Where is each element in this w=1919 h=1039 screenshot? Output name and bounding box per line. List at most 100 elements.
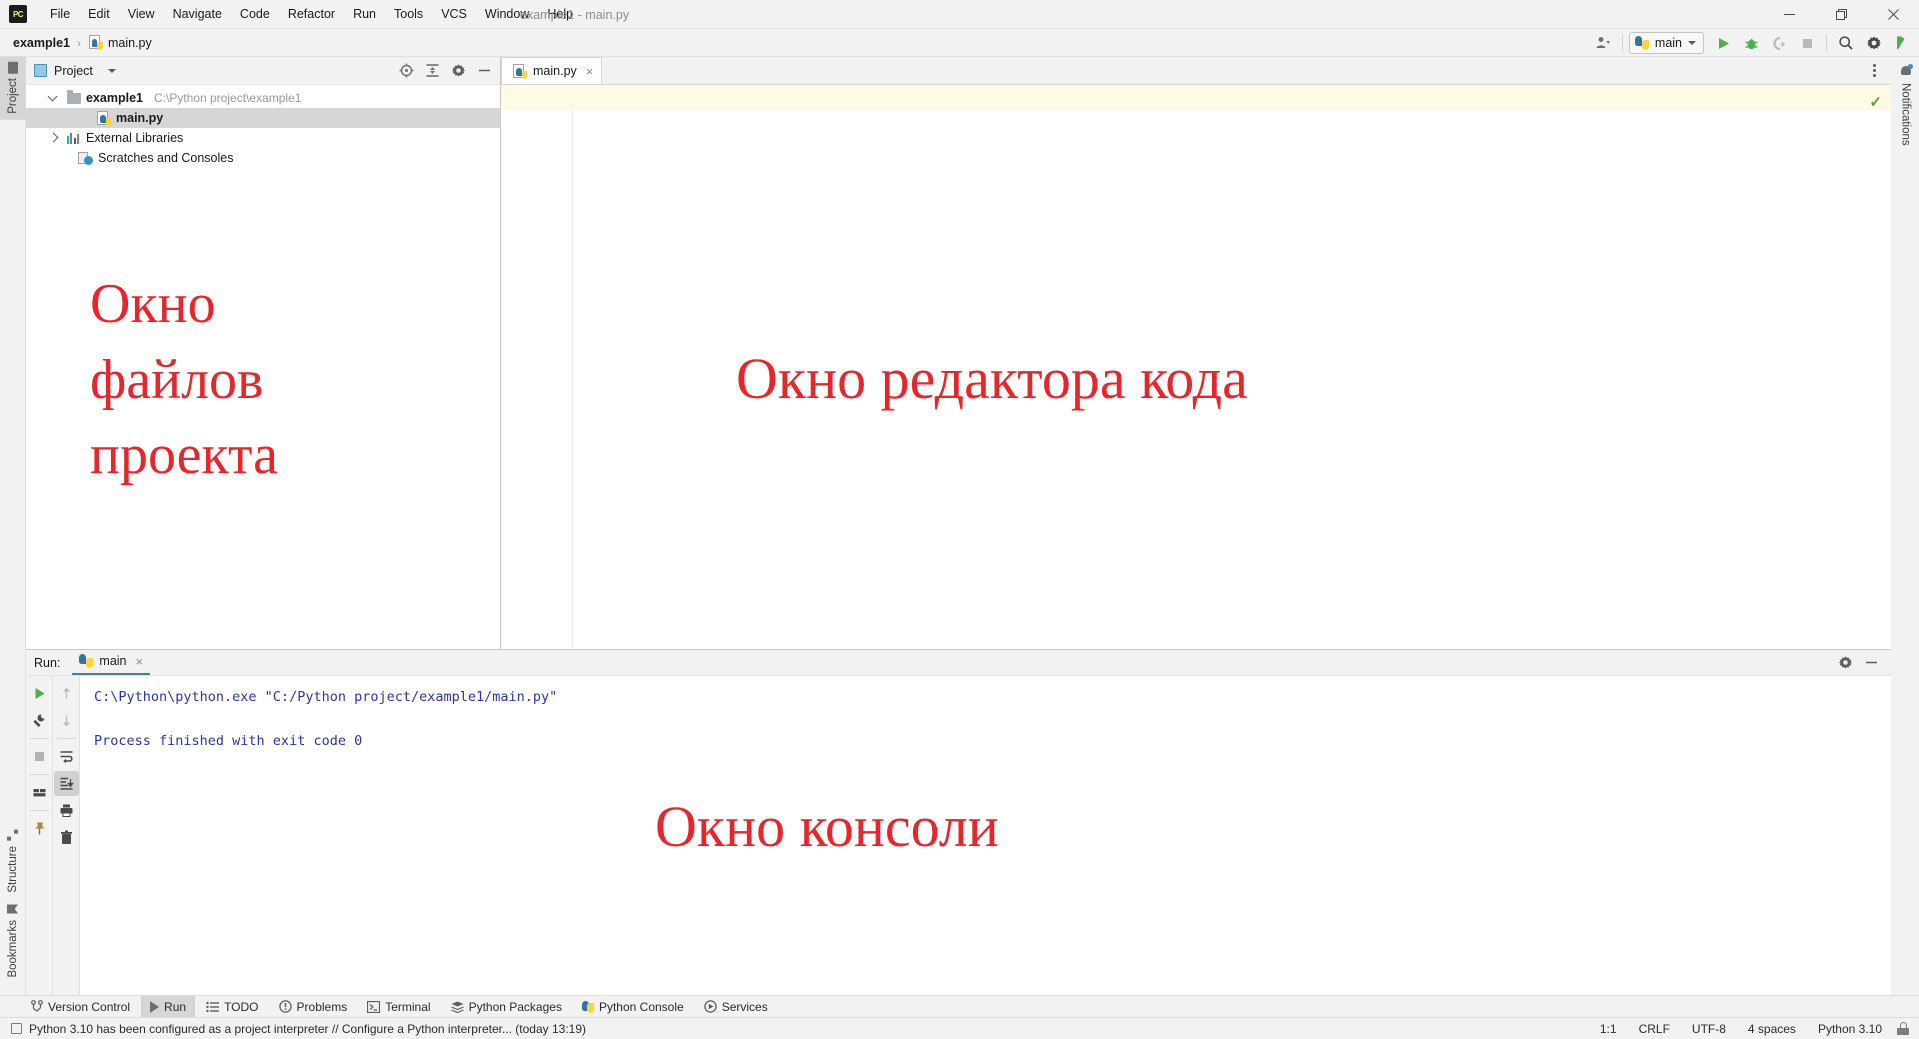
file-encoding[interactable]: UTF-8: [1681, 1020, 1737, 1038]
breadcrumb-item-file[interactable]: main.py: [85, 34, 155, 51]
interpreter-selector[interactable]: Python 3.10: [1807, 1020, 1893, 1038]
minimize-icon[interactable]: [1763, 0, 1815, 29]
indent-setting[interactable]: 4 spaces: [1737, 1020, 1807, 1038]
user-settings-icon[interactable]: [1590, 31, 1616, 55]
python-icon: [1634, 36, 1649, 50]
close-icon[interactable]: ×: [586, 64, 594, 79]
scroll-from-source-icon[interactable]: [394, 60, 418, 82]
window-controls[interactable]: [1763, 0, 1919, 29]
bottom-item-todo[interactable]: TODO: [197, 996, 267, 1018]
debug-icon[interactable]: [1738, 31, 1764, 55]
bottom-item-python-packages[interactable]: Python Packages: [442, 996, 571, 1018]
bottom-item-services[interactable]: Services: [695, 996, 777, 1018]
chevron-down-icon: [1688, 41, 1696, 45]
bottom-item-terminal[interactable]: Terminal: [358, 996, 439, 1018]
services-icon: [703, 1000, 717, 1013]
clear-all-icon[interactable]: [54, 825, 79, 850]
chevron-down-icon[interactable]: [107, 68, 116, 73]
close-icon[interactable]: [1867, 0, 1919, 29]
run-panel-actions: [1833, 652, 1891, 674]
toolbar-divider: [1621, 34, 1623, 52]
bottom-item-python-console[interactable]: Python Console: [573, 996, 693, 1018]
scratches-icon: [78, 151, 93, 165]
run-side-column-2: [52, 676, 79, 1006]
menu-edit[interactable]: Edit: [79, 3, 119, 25]
menu-run[interactable]: Run: [344, 3, 385, 25]
title-bar: PC File Edit View Navigate Code Refactor…: [0, 0, 1919, 29]
stop-icon[interactable]: [27, 744, 52, 769]
maximize-icon[interactable]: [1815, 0, 1867, 29]
code-text[interactable]: [573, 85, 1891, 649]
search-everywhere-icon[interactable]: [1833, 31, 1859, 55]
print-icon[interactable]: [54, 798, 79, 823]
divider: [29, 774, 49, 775]
ide-assistant-icon[interactable]: [1889, 31, 1915, 55]
hide-panel-icon[interactable]: [472, 60, 496, 82]
run-configuration-selector[interactable]: main: [1628, 32, 1704, 54]
sidebar-item-project[interactable]: Project: [0, 57, 26, 120]
run-tab-main[interactable]: main ×: [72, 651, 151, 675]
settings-gear-icon[interactable]: [1861, 31, 1887, 55]
tab-main-py[interactable]: main.py ×: [501, 57, 603, 84]
status-bar-widgets: 1:1 CRLF UTF-8 4 spaces Python 3.10: [1589, 1020, 1919, 1038]
menu-tools[interactable]: Tools: [385, 3, 432, 25]
collapse-all-icon[interactable]: [420, 60, 444, 82]
line-separator[interactable]: CRLF: [1628, 1020, 1681, 1038]
tree-item-label: Scratches and Consoles: [98, 151, 234, 165]
tree-row[interactable]: main.py: [26, 108, 500, 128]
breadcrumb[interactable]: example1 › main.py: [10, 34, 155, 51]
read-only-lock-icon[interactable]: [1897, 1022, 1909, 1035]
pin-tab-icon[interactable]: [27, 816, 52, 841]
menu-bar[interactable]: File Edit View Navigate Code Refactor Ru…: [41, 0, 582, 29]
tree-row[interactable]: example1 C:\Python project\example1: [26, 88, 500, 108]
down-arrow-icon[interactable]: [54, 708, 79, 733]
tree-row[interactable]: Scratches and Consoles: [26, 148, 500, 168]
run-icon[interactable]: [1710, 31, 1736, 55]
menu-code[interactable]: Code: [231, 3, 279, 25]
code-editor[interactable]: 1 ✓ Окно редактора кода: [501, 85, 1891, 649]
bottom-item-version-control[interactable]: Version Control: [22, 996, 139, 1018]
hide-panel-icon[interactable]: [1859, 652, 1883, 674]
project-panel-actions: [394, 60, 500, 82]
edit-configuration-icon[interactable]: [27, 708, 52, 733]
menu-vcs[interactable]: VCS: [432, 3, 476, 25]
inspection-status-badge[interactable]: ✓: [1869, 93, 1882, 111]
menu-refactor[interactable]: Refactor: [279, 3, 344, 25]
scroll-to-end-icon[interactable]: [53, 771, 79, 796]
stop-icon[interactable]: [1794, 31, 1820, 55]
project-panel-header: Project: [26, 57, 500, 85]
editor-options-icon[interactable]: [1863, 59, 1885, 81]
caret-position[interactable]: 1:1: [1589, 1020, 1628, 1038]
soft-wrap-icon[interactable]: [54, 744, 79, 769]
options-gear-icon[interactable]: [446, 60, 470, 82]
layout-icon[interactable]: [27, 780, 52, 805]
editor-tool-window: main.py × 1 ✓ Окно редактора кода: [501, 57, 1891, 649]
menu-view[interactable]: View: [119, 3, 164, 25]
menu-navigate[interactable]: Navigate: [164, 3, 231, 25]
bottom-item-label: Python Packages: [468, 999, 562, 1014]
breadcrumb-item-project[interactable]: example1: [10, 35, 73, 51]
close-icon[interactable]: ×: [136, 654, 144, 669]
run-console-output[interactable]: C:\Python\python.exe "C:/Python project/…: [80, 676, 1891, 1006]
pycharm-logo-text: PC: [12, 9, 24, 19]
rerun-icon[interactable]: [27, 681, 52, 706]
project-panel-title[interactable]: Project: [34, 64, 116, 78]
menu-file[interactable]: File: [41, 3, 79, 25]
sidebar-item-bookmarks[interactable]: Bookmarks: [0, 898, 26, 984]
python-file-icon: [512, 63, 527, 79]
stripe-bookmarks-label: Bookmarks: [7, 920, 19, 978]
coverage-icon[interactable]: [1766, 31, 1792, 55]
sidebar-item-structure[interactable]: Structure: [0, 824, 26, 899]
status-message-area[interactable]: Python 3.10 has been configured as a pro…: [11, 1022, 586, 1036]
bottom-item-run[interactable]: Run: [141, 995, 196, 1018]
chevron-down-icon[interactable]: [48, 93, 59, 104]
status-message[interactable]: Python 3.10 has been configured as a pro…: [29, 1022, 586, 1036]
up-arrow-icon[interactable]: [54, 681, 79, 706]
chevron-right-icon[interactable]: [48, 133, 59, 144]
project-tree[interactable]: example1 C:\Python project\example1 main…: [26, 85, 500, 649]
python-file-icon: [88, 35, 103, 50]
sidebar-item-notifications[interactable]: Notifications: [1891, 57, 1919, 152]
bottom-item-problems[interactable]: Problems: [270, 996, 357, 1018]
run-settings-gear-icon[interactable]: [1833, 652, 1857, 674]
tree-row[interactable]: External Libraries: [26, 128, 500, 148]
